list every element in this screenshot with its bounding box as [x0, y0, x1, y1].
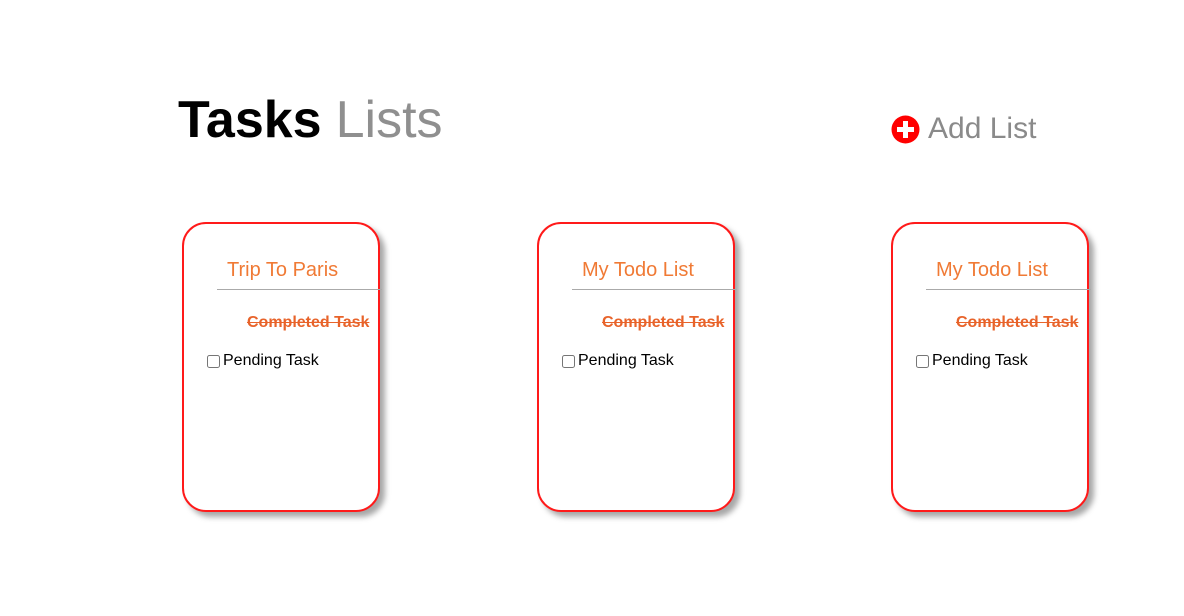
task-checkbox[interactable]: [207, 354, 220, 368]
completed-task[interactable]: Completed Task: [247, 314, 369, 332]
task-list-card: My Todo List Completed Task Pending Task: [537, 222, 737, 512]
completed-task[interactable]: Completed Task: [602, 314, 724, 332]
plus-circle-icon[interactable]: [891, 115, 920, 144]
task-checkbox[interactable]: [562, 354, 575, 368]
list-title[interactable]: My Todo List: [572, 256, 737, 290]
pending-task[interactable]: Pending Task: [207, 352, 319, 370]
pending-task-label[interactable]: Pending Task: [223, 352, 319, 370]
completed-task[interactable]: Completed Task: [956, 314, 1078, 332]
add-list-button[interactable]: Add List: [891, 110, 1036, 148]
page-title: Tasks Lists: [178, 88, 443, 152]
page: Tasks Lists Add List Trip To Paris Comple…: [0, 0, 1184, 616]
list-title[interactable]: My Todo List: [926, 256, 1091, 290]
pending-task-label[interactable]: Pending Task: [932, 352, 1028, 370]
pending-task-label[interactable]: Pending Task: [578, 352, 674, 370]
pending-task[interactable]: Pending Task: [562, 352, 674, 370]
pending-task[interactable]: Pending Task: [916, 352, 1028, 370]
task-checkbox[interactable]: [916, 354, 929, 368]
page-title-light: Lists: [335, 91, 443, 149]
page-title-strong: Tasks: [178, 91, 322, 149]
list-title[interactable]: Trip To Paris: [217, 256, 382, 290]
task-list-card: Trip To Paris Completed Task Pending Tas…: [182, 222, 382, 512]
add-list-label[interactable]: Add List: [928, 110, 1036, 148]
task-list-card: My Todo List Completed Task Pending Task: [891, 222, 1091, 512]
